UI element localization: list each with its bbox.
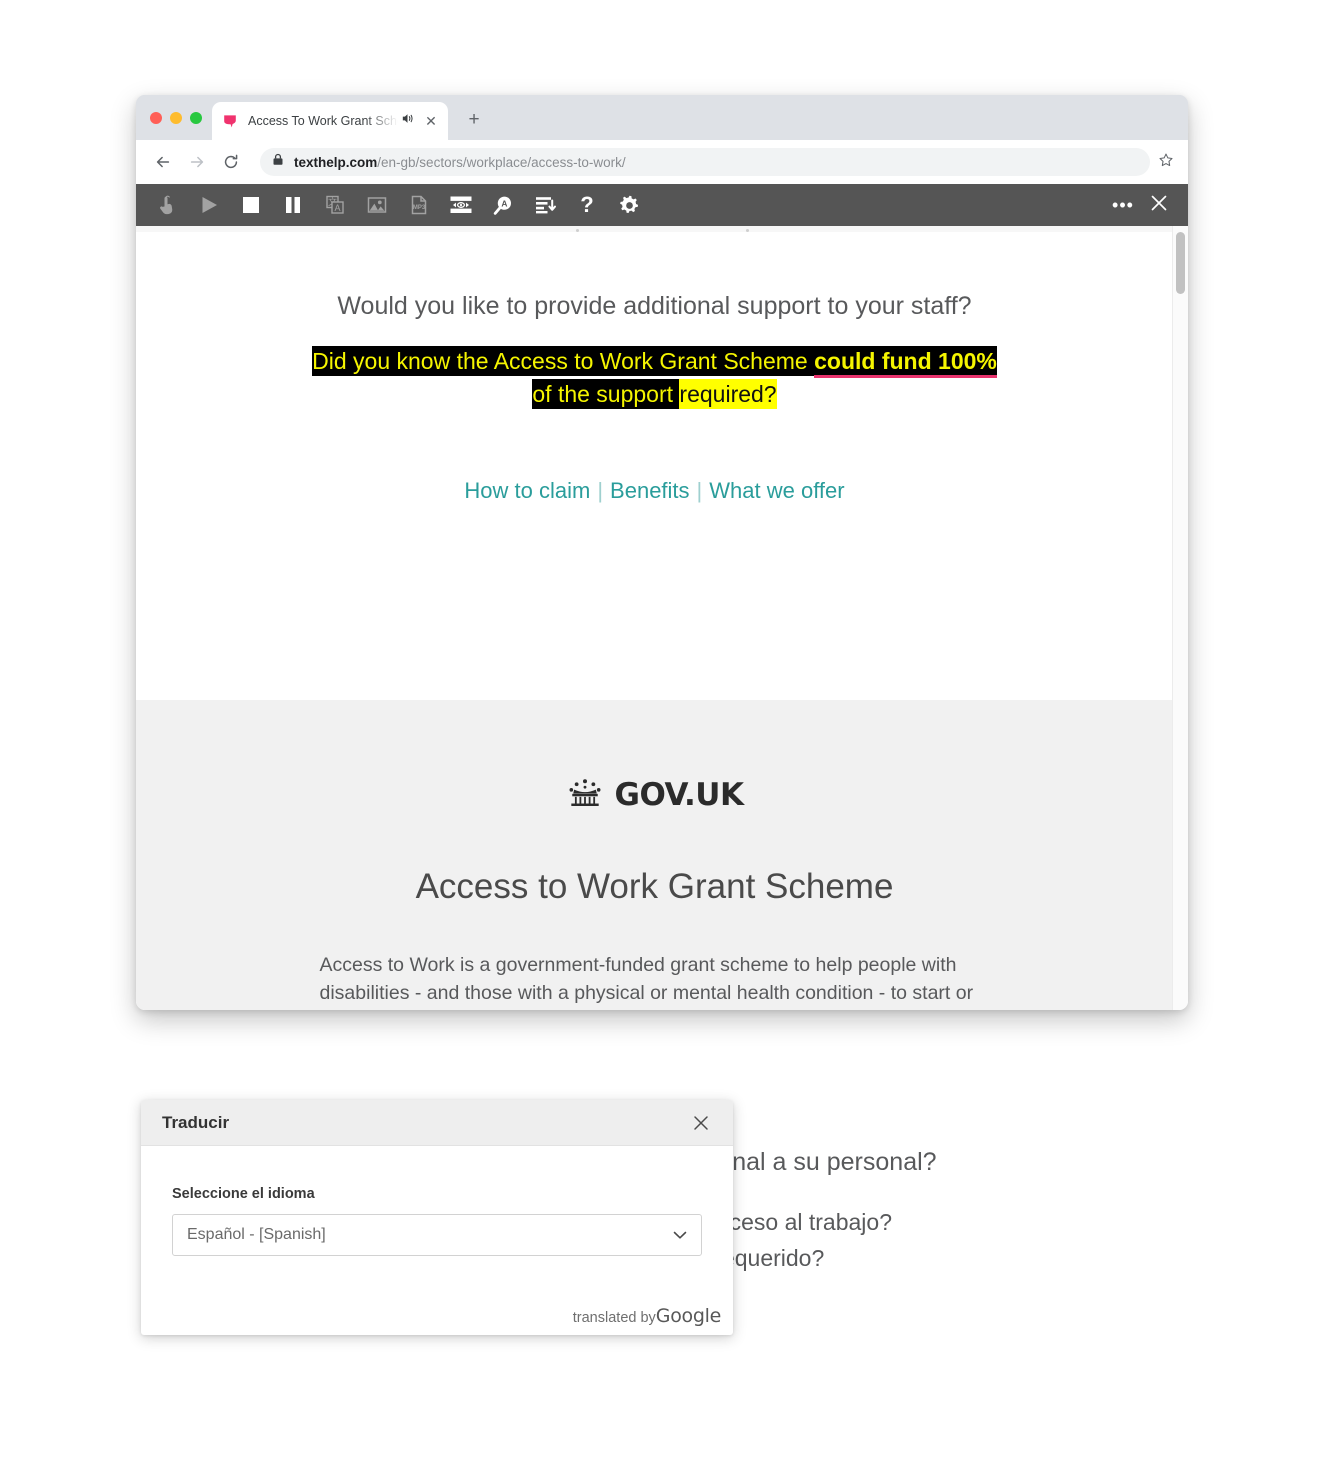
picture-dictionary-icon[interactable] — [356, 184, 398, 226]
forward-arrow-icon[interactable] — [182, 147, 212, 177]
attribution-prefix: translated by — [572, 1310, 656, 1326]
browser-tab[interactable]: Access To Work Grant Sche ✕ — [212, 102, 448, 140]
reload-icon[interactable] — [216, 147, 246, 177]
browser-omnibox-bar: texthelp.com/en-gb/sectors/workplace/acc… — [136, 140, 1188, 184]
hero-question: Would you like to provide additional sup… — [337, 292, 972, 320]
link-separator-2: | — [696, 477, 703, 503]
maximize-window-button[interactable] — [190, 112, 202, 124]
govuk-heading: Access to Work Grant Scheme — [415, 867, 894, 906]
close-window-button[interactable] — [150, 112, 162, 124]
language-select[interactable]: Español - [Spanish] — [172, 1214, 702, 1256]
hover-speech-icon[interactable] — [146, 184, 188, 226]
star-icon[interactable] — [1158, 152, 1174, 172]
hero-section: Would you like to provide additional sup… — [136, 232, 1173, 588]
translate-dialog-header: Traducir — [141, 1100, 733, 1146]
svg-text:MP3: MP3 — [413, 205, 426, 211]
translate-dialog-title: Traducir — [162, 1112, 230, 1132]
new-tab-button[interactable]: + — [461, 107, 487, 133]
help-icon[interactable]: ? — [566, 184, 608, 226]
toolbar-more-options-button[interactable]: ••• — [1106, 195, 1140, 216]
close-icon[interactable] — [689, 1111, 713, 1135]
translate-dialog-body: Seleccione el idioma Español - [Spanish] — [141, 1146, 733, 1256]
link-benefits[interactable]: Benefits — [610, 478, 690, 503]
link-what-we-offer[interactable]: What we offer — [709, 478, 844, 503]
translate-icon[interactable]: 文 A — [314, 184, 356, 226]
browser-tab-title: Access To Work Grant Sche — [248, 114, 398, 128]
speech-highlight-line-2: of the support — [532, 379, 680, 410]
claim-text-part-1: Did you know the Access to Work Grant Sc… — [312, 348, 815, 374]
minimize-window-button[interactable] — [170, 112, 182, 124]
govuk-body: Access to Work is a government-funded gr… — [320, 951, 990, 1010]
stop-icon[interactable] — [230, 184, 272, 226]
url-domain: texthelp.com — [294, 154, 378, 170]
screen-mask-icon[interactable] — [440, 184, 482, 226]
web-page-viewport: Would you like to provide additional sup… — [136, 226, 1188, 1010]
svg-text:A: A — [501, 198, 507, 208]
speaker-playing-icon[interactable] — [400, 111, 416, 131]
screenshot-reader-icon[interactable]: A — [482, 184, 524, 226]
govuk-paragraph-1: Access to Work is a government-funded gr… — [319, 954, 974, 1005]
link-how-to-claim[interactable]: How to claim — [464, 478, 590, 503]
google-wordmark: Google — [655, 1305, 722, 1327]
link-separator-1: | — [597, 477, 604, 503]
chevron-down-icon — [673, 1230, 687, 1240]
translate-dialog: Traducir Seleccione el idioma Español - … — [141, 1100, 733, 1335]
svg-text:A: A — [334, 203, 340, 213]
window-traffic-lights — [150, 112, 202, 124]
govuk-logo: GOV.UK — [566, 777, 744, 813]
settings-gear-icon[interactable] — [608, 184, 650, 226]
address-bar[interactable]: texthelp.com/en-gb/sectors/workplace/acc… — [260, 148, 1150, 176]
browser-window: Access To Work Grant Sche ✕ + texthelp.c… — [136, 95, 1188, 1010]
mp3-icon[interactable]: MP3 — [398, 184, 440, 226]
translate-attribution: translated by Google — [572, 1305, 722, 1327]
govuk-section: GOV.UK Access to Work Grant Scheme Acces… — [136, 700, 1173, 1010]
simplify-page-icon[interactable] — [524, 184, 566, 226]
texthelp-toolbar: 文 A MP3 — [136, 184, 1188, 226]
page-scrollbar-track[interactable] — [1172, 226, 1188, 1010]
hero-link-row: How to claim | Benefits | What we offer — [136, 478, 1173, 504]
word-highlight-required: required? — [679, 379, 777, 410]
back-arrow-icon[interactable] — [148, 147, 178, 177]
tab-close-icon[interactable]: ✕ — [424, 114, 438, 128]
svg-text:?: ? — [580, 193, 593, 217]
page-scrollbar-thumb[interactable] — [1176, 232, 1185, 294]
language-select-value: Español - [Spanish] — [187, 1226, 326, 1243]
padlock-icon — [272, 153, 284, 171]
url-path: /en-gb/sectors/workplace/access-to-work/ — [377, 154, 626, 170]
play-icon[interactable] — [188, 184, 230, 226]
govuk-crown-icon — [566, 777, 604, 813]
texthelp-favicon — [222, 113, 238, 129]
hero-claim: Did you know the Access to Work Grant Sc… — [136, 345, 1173, 412]
address-bar-url: texthelp.com/en-gb/sectors/workplace/acc… — [294, 155, 626, 170]
govuk-wordmark: GOV.UK — [614, 777, 744, 813]
toolbar-close-button[interactable] — [1140, 193, 1178, 218]
speech-highlight-line-1: Did you know the Access to Work Grant Sc… — [312, 346, 997, 378]
browser-tab-strip: Access To Work Grant Sche ✕ + — [136, 95, 1188, 140]
claim-bold-fund: could fund 100% — [814, 348, 997, 378]
language-select-label: Seleccione el idioma — [172, 1186, 315, 1202]
pause-icon[interactable] — [272, 184, 314, 226]
